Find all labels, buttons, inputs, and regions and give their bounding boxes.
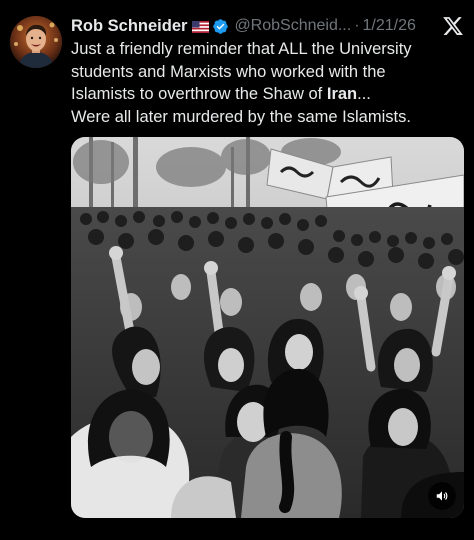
tweet-text-bold-word: Iran bbox=[326, 85, 358, 103]
tweet-text-line-3-end: ... bbox=[357, 85, 371, 103]
x-logo-icon[interactable] bbox=[442, 15, 464, 37]
tweet-text-line-3: Islamists to overthrow the Shaw of Iran.… bbox=[71, 83, 467, 106]
us-flag-icon bbox=[192, 20, 210, 33]
author-handle[interactable]: @RobSchneid... bbox=[234, 17, 351, 35]
tweet-header: Rob Schneider @RobSchneid... · 1/21/26 bbox=[71, 14, 466, 38]
tweet-text: Just a friendly reminder that ALL the Un… bbox=[71, 38, 467, 128]
tweet-text-line-1: Just a friendly reminder that ALL the Un… bbox=[71, 40, 412, 58]
protest-photo bbox=[71, 137, 464, 518]
tweet-date[interactable]: 1/21/26 bbox=[363, 17, 416, 35]
tweet-text-line-3-start: Islamists to overthrow the Shaw of bbox=[71, 85, 327, 103]
tweet-media-photo[interactable] bbox=[71, 137, 464, 518]
tweet-text-line-2: students and Marxists who worked with th… bbox=[71, 62, 386, 81]
tweet-text-line-4: Were all later murdered by the same Isla… bbox=[71, 107, 411, 126]
tweet[interactable]: Rob Schneider @RobSchneid... · 1/21/26 J… bbox=[0, 0, 474, 540]
separator-dot: · bbox=[354, 17, 360, 34]
display-name[interactable]: Rob Schneider bbox=[71, 17, 187, 36]
verified-badge-icon bbox=[212, 18, 229, 35]
volume-icon[interactable] bbox=[428, 482, 456, 510]
avatar-image bbox=[10, 16, 62, 68]
avatar[interactable] bbox=[10, 16, 62, 68]
